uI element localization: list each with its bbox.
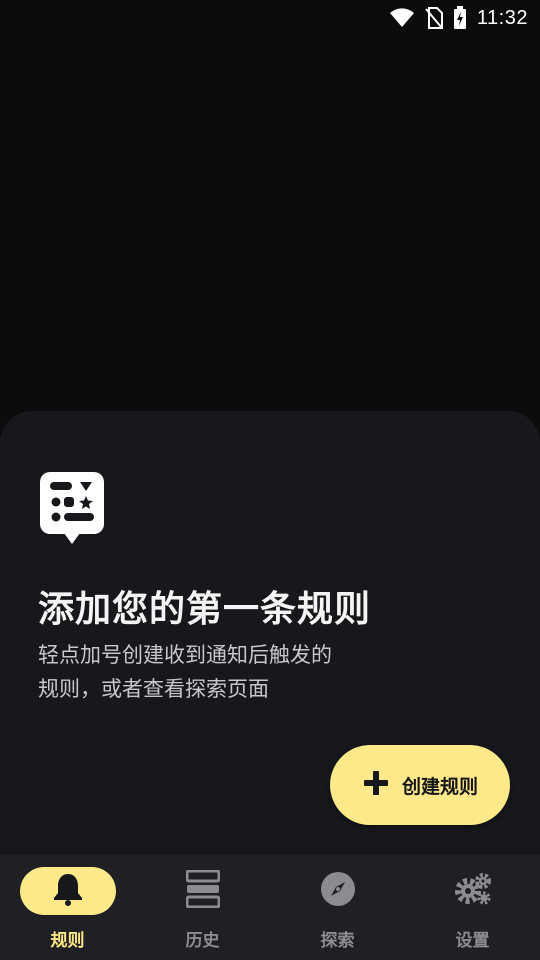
- empty-state-description: 轻点加号创建收到通知后触发的规则，或者查看探索页面: [38, 643, 332, 701]
- nav-label-settings: 设置: [455, 931, 490, 951]
- bottom-navigation: 规则 历史 探索 设置: [0, 855, 540, 960]
- create-rule-label: 创建规则: [401, 775, 478, 798]
- status-bar: 11:32: [0, 0, 540, 36]
- bell-icon: [52, 872, 84, 910]
- create-rule-button[interactable]: 创建规则: [330, 745, 510, 825]
- battery-charging-icon: [453, 6, 467, 30]
- nav-item-rules[interactable]: 规则: [0, 855, 135, 960]
- gears-icon: [454, 872, 492, 910]
- wifi-icon: [389, 8, 415, 28]
- history-icon: [185, 869, 220, 912]
- nav-label-explore: 探索: [320, 931, 355, 951]
- nav-item-settings[interactable]: 设置: [405, 855, 540, 960]
- no-sim-icon: [425, 7, 443, 29]
- status-time: 11:32: [476, 6, 528, 29]
- plus-icon: [362, 769, 390, 802]
- rules-panel-icon: [40, 472, 104, 548]
- empty-state-title: 添加您的第一条规则: [38, 589, 372, 630]
- compass-icon: [320, 871, 356, 911]
- nav-indicator: [19, 867, 116, 915]
- nav-label-history: 历史: [185, 931, 220, 951]
- nav-item-explore[interactable]: 探索: [270, 855, 405, 960]
- nav-label-rules: 规则: [50, 931, 85, 951]
- nav-item-history[interactable]: 历史: [135, 855, 270, 960]
